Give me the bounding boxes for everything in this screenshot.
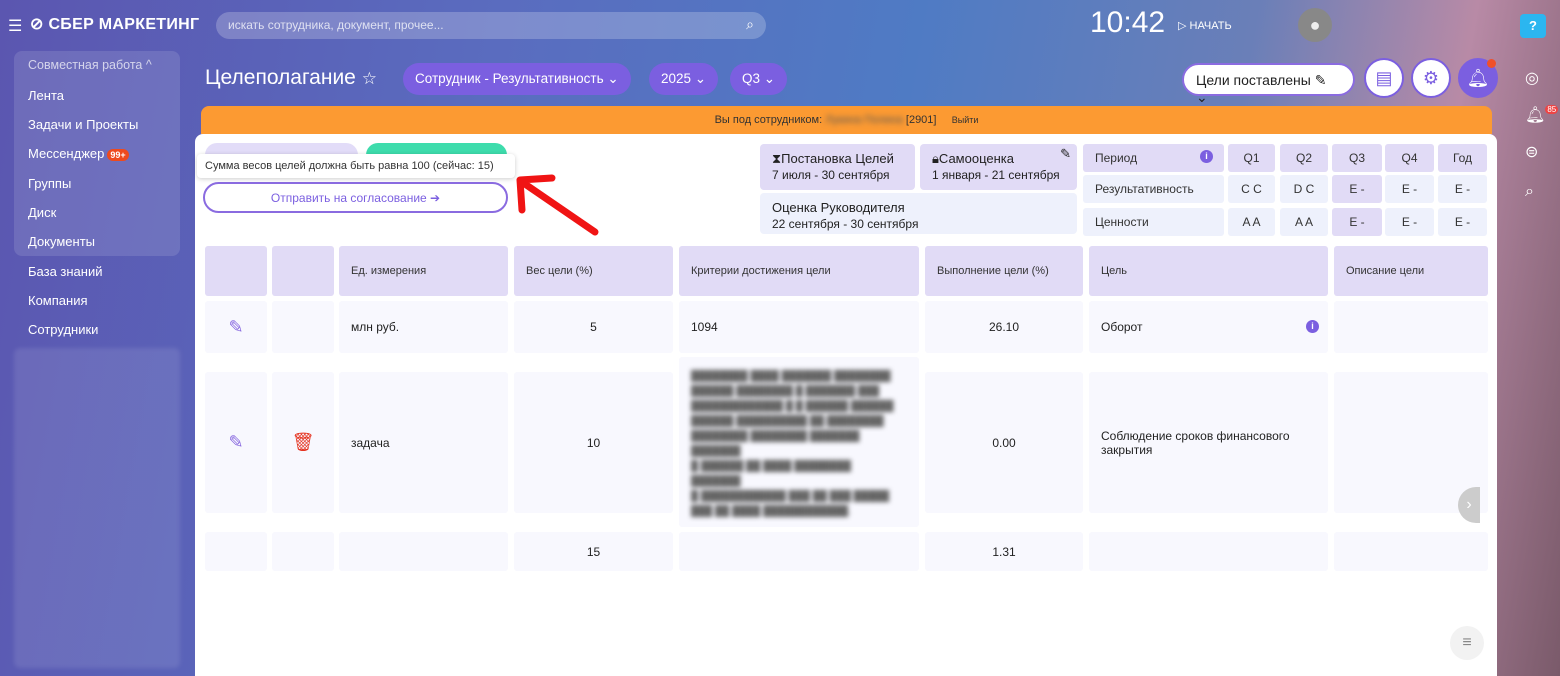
sidebar-section[interactable]: Совместная работа ^	[28, 58, 152, 72]
edit-icon[interactable]: ✎	[205, 301, 267, 353]
goal-cell: Соблюдение сроков финансового закрытия	[1089, 372, 1328, 513]
empty-total-cell	[1334, 532, 1488, 571]
total-cell: 15	[514, 532, 673, 571]
total-cell: 1.31	[925, 532, 1083, 571]
column-header: Ед. измерения	[339, 246, 508, 296]
column-header: Описание цели	[1334, 246, 1488, 296]
tooltip: Сумма весов целей должна быть равна 100 …	[197, 154, 515, 178]
sidebar-item-company[interactable]: Компания	[28, 293, 88, 308]
search-input[interactable]: искать сотрудника, документ, прочее...⌕	[216, 12, 766, 39]
list-menu-icon[interactable]: ≡	[1450, 626, 1484, 660]
period-header: Q1	[1228, 144, 1275, 172]
column-header: Выполнение цели (%)	[925, 246, 1083, 296]
description-cell	[1334, 301, 1488, 353]
widget-icon[interactable]: ◎	[1525, 68, 1539, 88]
sidebar-item-tasks[interactable]: Задачи и Проекты	[28, 117, 138, 132]
search-icon[interactable]: ⌕	[746, 16, 754, 33]
help-button[interactable]: ?	[1520, 14, 1546, 38]
sidebar-blurred-section	[14, 348, 180, 668]
weight-cell: 10	[514, 372, 673, 513]
period-header: Q4	[1385, 144, 1434, 172]
edit-icon[interactable]: ✎	[1060, 146, 1071, 162]
empty-total-cell	[679, 532, 919, 571]
column-header: Критерии достижения цели	[679, 246, 919, 296]
period-value: E -	[1332, 208, 1382, 236]
column-header	[272, 246, 334, 296]
sidebar-item-disk[interactable]: Диск	[28, 205, 56, 220]
year-dropdown[interactable]: 2025 ⌄	[649, 63, 718, 95]
goal-cell: Оборот	[1089, 301, 1328, 353]
menu-icon[interactable]: ☰	[8, 16, 22, 36]
period-value: E -	[1438, 175, 1487, 203]
clock: 10:42	[1090, 6, 1165, 40]
sidebar-item-messenger[interactable]: Мессенджер99+	[28, 146, 129, 161]
period-value: C C	[1228, 175, 1275, 203]
period-value: E -	[1385, 208, 1434, 236]
notification-dot	[1487, 59, 1496, 68]
trash-icon[interactable]: 🗑︎	[272, 372, 334, 513]
send-for-approval-button[interactable]: Отправить на согласование ➔	[203, 182, 508, 213]
criteria-cell-blurred: ████████ ████ ███████ ██████████████ ███…	[679, 357, 919, 527]
empty-cell	[272, 301, 334, 353]
info-icon[interactable]: i	[1306, 320, 1319, 333]
period-value: E -	[1332, 175, 1382, 203]
period-row-label: Результативность	[1083, 175, 1224, 203]
sidebar-item-employees[interactable]: Сотрудники	[28, 322, 98, 337]
period-value: A A	[1228, 208, 1275, 236]
criteria-cell: 1094	[679, 301, 919, 353]
sidebar-item-knowledge[interactable]: База знаний	[28, 264, 103, 279]
column-header: Цель	[1089, 246, 1328, 296]
impersonation-bar: Вы под сотрудником: Лукина Полина [2901]…	[201, 106, 1492, 134]
unit-cell: задача	[339, 372, 508, 513]
red-arrow-annotation	[510, 170, 605, 240]
edit-icon[interactable]: ✎	[205, 372, 267, 513]
period-value: A A	[1280, 208, 1328, 236]
blurred-text: ████████ ████ ███████ ██████████████ ███…	[691, 369, 893, 519]
column-header: Вес цели (%)	[514, 246, 673, 296]
stage-self-assessment: 🔒︎Самооценка1 января - 21 сентября✎	[920, 144, 1077, 190]
period-value: E -	[1438, 208, 1487, 236]
period-value: D C	[1280, 175, 1328, 203]
sidebar-item-groups[interactable]: Группы	[28, 176, 71, 191]
period-header: Q2	[1280, 144, 1328, 172]
unread-badge: 99+	[107, 149, 128, 161]
sidebar-item-documents[interactable]: Документы	[28, 234, 95, 249]
star-icon[interactable]: ☆	[362, 69, 377, 88]
gear-icon[interactable]: ⚙	[1411, 58, 1451, 98]
export-xls-icon[interactable]: ▤	[1364, 58, 1404, 98]
weight-cell: 5	[514, 301, 673, 353]
impersonated-name: Лукина Полина	[825, 114, 903, 126]
start-button[interactable]: ▷ НАЧАТЬ	[1178, 19, 1232, 32]
period-header: Год	[1438, 144, 1487, 172]
stage-goal-setting: ⧗Постановка Целей7 июля - 30 сентября	[760, 144, 915, 190]
mode-dropdown[interactable]: Сотрудник - Результативность ⌄	[403, 63, 631, 95]
empty-total-cell	[205, 532, 267, 571]
completion-cell: 26.10	[925, 301, 1083, 353]
column-header	[205, 246, 267, 296]
completion-cell: 0.00	[925, 372, 1083, 513]
quarter-dropdown[interactable]: Q3 ⌄	[730, 63, 787, 95]
exit-link[interactable]: Выйти	[952, 115, 979, 125]
unit-cell: млн руб.	[339, 301, 508, 353]
status-dropdown[interactable]: Цели поставлены ✎ ⌄	[1182, 63, 1355, 96]
empty-total-cell	[1089, 532, 1328, 571]
sidebar-item-feed[interactable]: Лента	[28, 88, 64, 103]
search-icon[interactable]: ⌕	[1525, 183, 1534, 201]
empty-total-cell	[272, 532, 334, 571]
logo[interactable]: ⊘ СБЕР МАРКЕТИНГ	[30, 14, 199, 34]
period-value: E -	[1385, 175, 1434, 203]
page-title: Целеполагание ☆	[205, 66, 377, 90]
empty-total-cell	[339, 532, 508, 571]
notifications-icon[interactable]: 🔔︎85	[1525, 105, 1558, 125]
period-row-label: Ценности	[1083, 208, 1224, 236]
stage-manager-assessment: Оценка Руководителя22 сентября - 30 сент…	[760, 193, 1077, 234]
info-icon[interactable]: i	[1200, 150, 1213, 163]
chat-icon[interactable]: ⊜	[1525, 142, 1538, 162]
avatar[interactable]: ●	[1298, 8, 1332, 42]
period-header: Q3	[1332, 144, 1382, 172]
